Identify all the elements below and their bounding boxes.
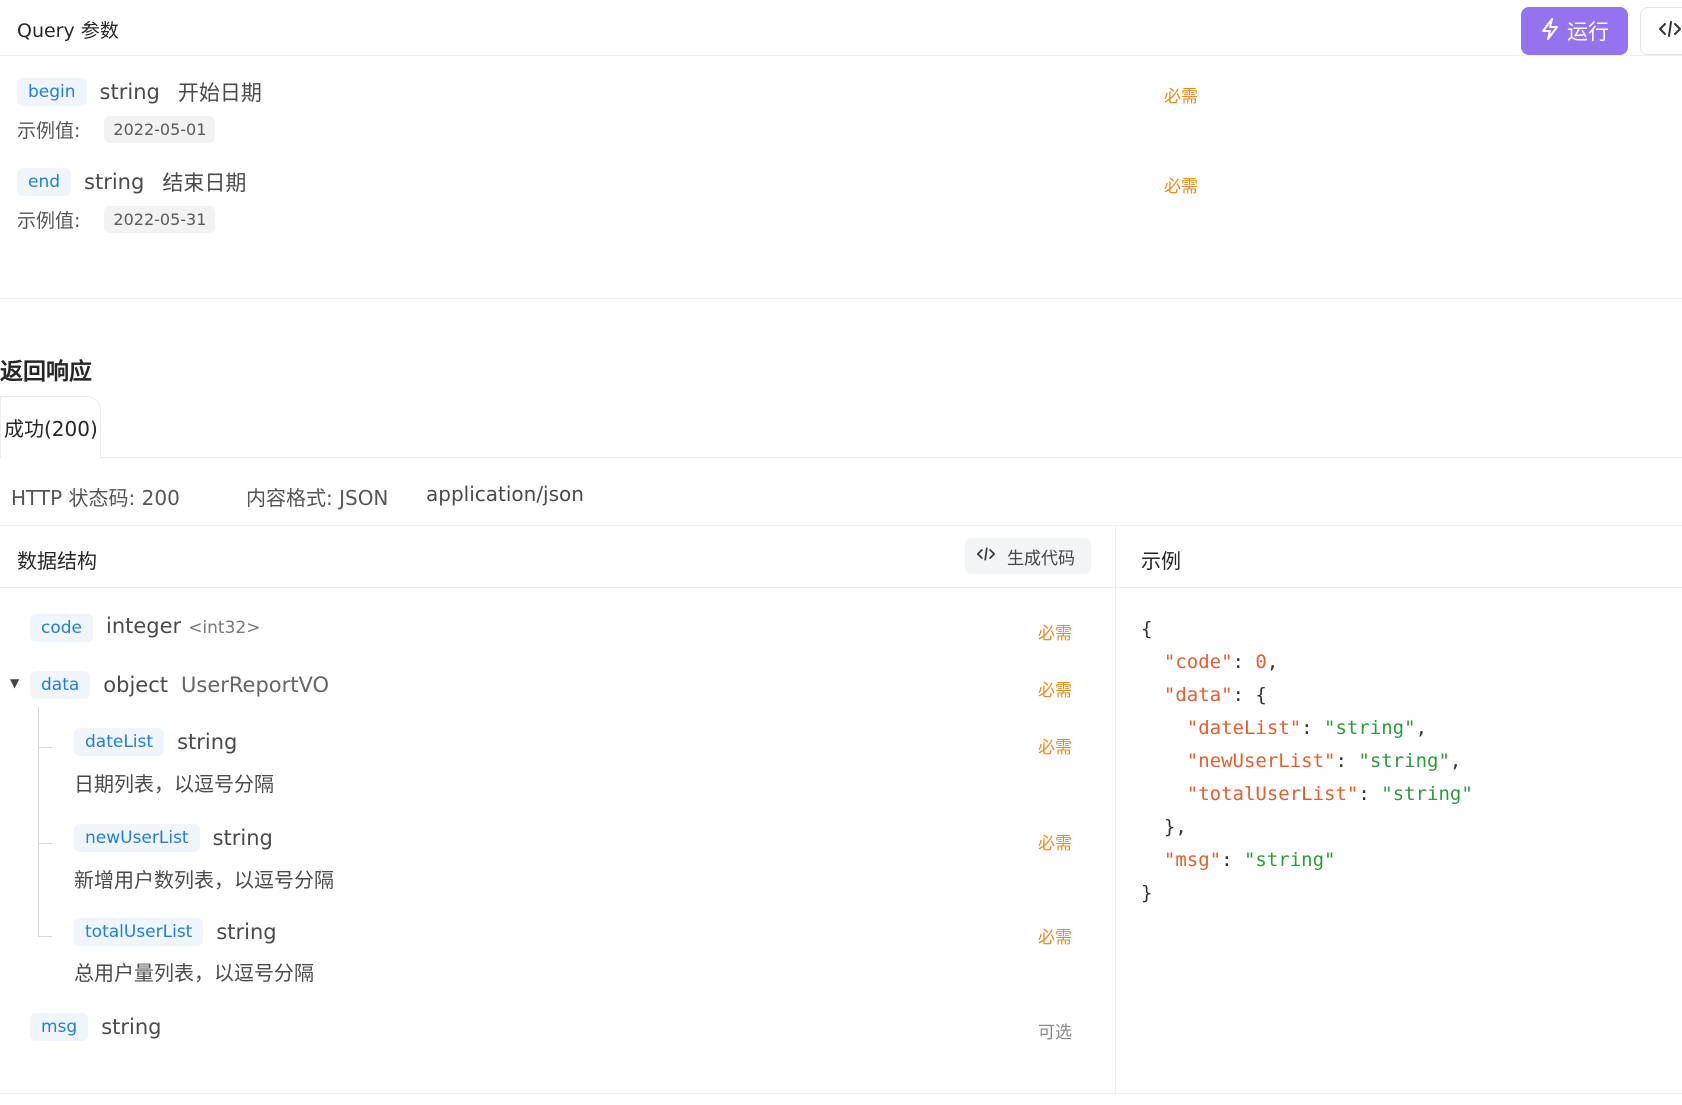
param-description: 结束日期	[162, 171, 247, 195]
schema-field-row: data object UserReportVO	[30, 671, 329, 699]
field-name: dateList	[74, 728, 165, 756]
param-row: end string 结束日期	[17, 167, 246, 197]
schema-field-row: totalUserList string	[74, 918, 277, 946]
schema-field-row: msg string	[30, 1013, 162, 1041]
divider	[0, 1093, 1682, 1094]
example-panel-title: 示例	[1141, 549, 1181, 573]
code-line: "dateList": "string",	[1186, 717, 1428, 739]
example-label: 示例值:	[17, 120, 81, 142]
param-name: end	[17, 168, 72, 196]
code-icon	[1659, 20, 1681, 42]
lightning-icon	[1540, 17, 1560, 45]
schema-field-row: dateList string	[74, 728, 237, 756]
run-button[interactable]: 运行	[1521, 7, 1628, 55]
divider	[0, 525, 1682, 526]
example-label: 示例值:	[17, 210, 81, 232]
required-badge: 必需	[1038, 624, 1072, 644]
field-name: data	[30, 671, 91, 699]
code-line: "newUserList": "string",	[1186, 750, 1462, 772]
field-type: string	[101, 1015, 162, 1039]
param-description: 开始日期	[177, 81, 262, 105]
tree-guide	[38, 843, 52, 844]
required-badge: 必需	[1038, 928, 1072, 948]
code-view-button[interactable]	[1640, 7, 1682, 55]
query-section-title: Query 参数	[17, 20, 119, 42]
required-badge: 必需	[1038, 681, 1072, 701]
field-name: code	[30, 614, 93, 642]
example-json-code: { "code": 0, "data": { "dateList": "stri…	[1141, 613, 1473, 910]
code-line: {	[1141, 618, 1153, 640]
example-value: 2022-05-31	[104, 206, 216, 233]
generate-code-label: 生成代码	[1007, 548, 1075, 569]
schema-field-row: code integer <int32>	[30, 614, 260, 642]
code-icon	[977, 546, 995, 567]
content-format: 内容格式: JSON	[246, 486, 389, 510]
panel-divider	[1115, 525, 1116, 1095]
required-badge: 必需	[1038, 738, 1072, 758]
schema-field-row: newUserList string	[74, 824, 273, 852]
field-name: totalUserList	[74, 918, 204, 946]
mime-type: application/json	[426, 482, 584, 506]
divider	[0, 298, 1682, 299]
param-type: string	[99, 80, 160, 104]
field-type: string	[177, 730, 238, 754]
field-format: <int32>	[188, 618, 261, 638]
http-status: HTTP 状态码: 200	[11, 486, 180, 510]
generate-code-button[interactable]: 生成代码	[965, 538, 1091, 574]
tab-success-200[interactable]: 成功(200)	[0, 396, 101, 458]
field-description: 总用户量列表，以逗号分隔	[74, 961, 314, 985]
required-badge: 必需	[1164, 87, 1198, 107]
field-description: 新增用户数列表，以逗号分隔	[74, 868, 334, 892]
code-line: "msg": "string"	[1163, 849, 1336, 871]
param-type: string	[84, 170, 145, 194]
divider	[0, 55, 1682, 56]
param-example: 示例值: 2022-05-01	[17, 116, 216, 143]
code-line: "data": {	[1163, 684, 1267, 706]
divider	[0, 587, 1682, 588]
field-type: integer	[106, 614, 182, 638]
required-badge: 必需	[1164, 177, 1198, 197]
caret-down-icon[interactable]: ▼	[10, 676, 19, 690]
optional-badge: 可选	[1038, 1023, 1072, 1043]
tree-guide	[38, 747, 52, 748]
code-line: "code": 0,	[1163, 651, 1279, 673]
param-name: begin	[17, 78, 87, 106]
field-ref: UserReportVO	[181, 673, 330, 697]
tab-label: 成功(200)	[4, 417, 98, 441]
tree-guide	[38, 707, 39, 936]
example-value: 2022-05-01	[104, 116, 216, 143]
field-type: string	[212, 826, 273, 850]
field-type: string	[216, 920, 277, 944]
param-example: 示例值: 2022-05-31	[17, 206, 216, 233]
field-name: msg	[30, 1013, 89, 1041]
code-line: },	[1141, 816, 1187, 838]
field-description: 日期列表，以逗号分隔	[74, 772, 274, 796]
schema-panel-title: 数据结构	[17, 549, 97, 573]
field-name: newUserList	[74, 824, 200, 852]
response-section-title: 返回响应	[0, 359, 92, 385]
code-line: }	[1141, 882, 1153, 904]
code-line: "totalUserList": "string"	[1186, 783, 1473, 805]
tab-baseline	[0, 457, 1682, 458]
required-badge: 必需	[1038, 834, 1072, 854]
field-type: object	[103, 673, 169, 697]
param-row: begin string 开始日期	[17, 77, 262, 107]
tree-guide	[38, 936, 52, 937]
run-button-label: 运行	[1567, 20, 1609, 44]
